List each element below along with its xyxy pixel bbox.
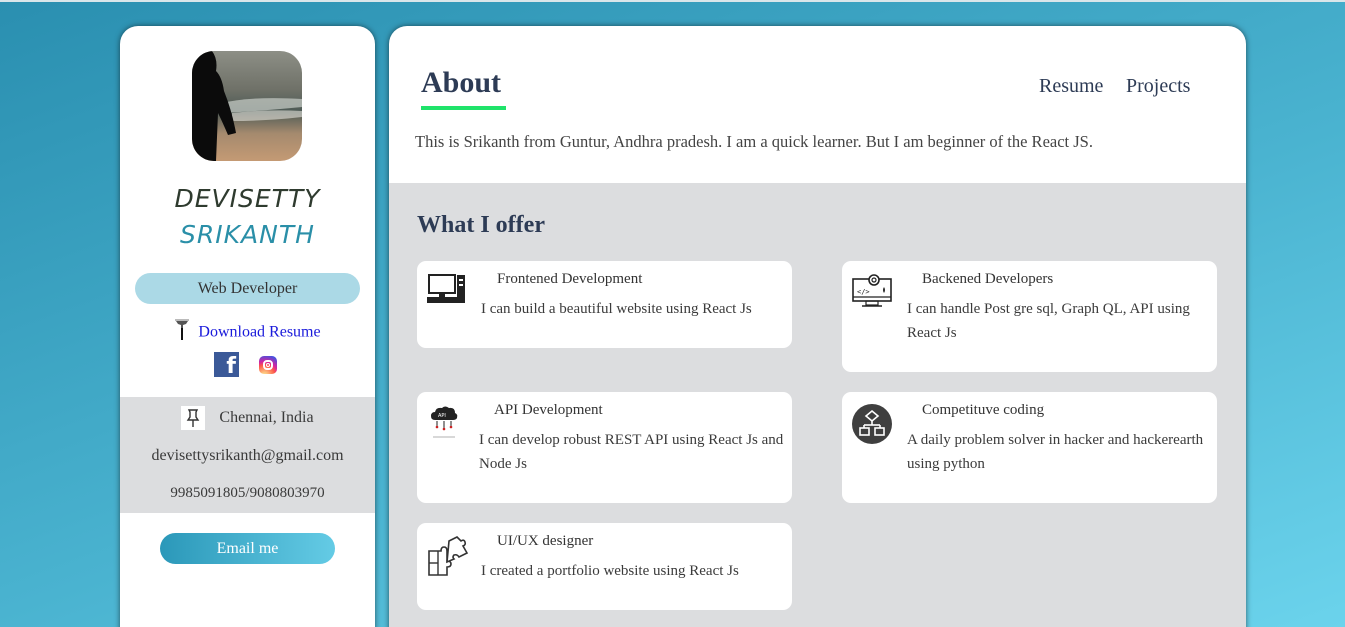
service-card-backend: </> Backened Developers I can handle Pos… (842, 261, 1217, 372)
service-title: API Development (494, 402, 603, 418)
service-description: I can build a beautiful website using Re… (481, 301, 752, 317)
last-name: SRIKANTH (180, 220, 315, 249)
desktop-computer-icon (427, 273, 467, 313)
first-name: DEVISETTY (174, 184, 321, 213)
phone-number: 9985091805/9080803970 (170, 485, 325, 501)
service-card-api: API API Development I can develop robust… (417, 392, 792, 503)
service-title: Backened Developers (922, 271, 1054, 287)
service-description: I can handle Post gre sql, Graph QL, API… (907, 301, 1190, 341)
service-card-coding: Competituve coding A daily problem solve… (842, 392, 1217, 503)
monitor-gear-code-icon: </> (852, 273, 892, 313)
service-card-uiux: UI/UX designer I created a portfolio web… (417, 523, 792, 610)
contact-box: Chennai, India devisettysrikanth@gmail.c… (120, 397, 375, 513)
instagram-icon[interactable] (259, 356, 277, 374)
nav-resume[interactable]: Resume (1039, 75, 1103, 98)
avatar (192, 51, 302, 161)
facebook-icon[interactable]: f (214, 352, 239, 377)
service-card-frontend: Frontened Development I can build a beau… (417, 261, 792, 348)
email-address: devisettysrikanth@gmail.com (151, 447, 344, 464)
flowchart-icon (852, 404, 892, 444)
intro-text: This is Srikanth from Guntur, Andhra pra… (415, 132, 1093, 151)
offer-title: What I offer (417, 212, 545, 238)
service-description: I can develop robust REST API using Reac… (479, 432, 784, 472)
location-text: Chennai, India (219, 409, 314, 426)
service-title: Frontened Development (497, 271, 643, 287)
service-description: A daily problem solver in hacker and hac… (907, 432, 1204, 472)
top-border (0, 0, 1345, 2)
role-badge: Web Developer (135, 273, 360, 304)
service-title: UI/UX designer (497, 533, 594, 549)
service-description: I created a portfolio website using Reac… (481, 563, 739, 579)
pin-icon (181, 406, 206, 430)
location-row: Chennai, India (120, 406, 375, 430)
api-cloud-icon: API (427, 404, 467, 444)
service-title: Competituve coding (922, 402, 1045, 418)
email-me-button[interactable]: Email me (160, 533, 335, 564)
profile-sidebar: DEVISETTY SRIKANTH Web Developer Downloa… (120, 26, 375, 627)
puzzle-icon (427, 535, 469, 576)
main-panel: About Resume Projects This is Srikanth f… (389, 26, 1246, 627)
svg-text:</>: </> (857, 288, 870, 296)
title-underline (421, 106, 506, 110)
download-resume-link[interactable]: Download Resume (198, 324, 320, 341)
offer-section: What I offer Frontened Development I can… (389, 183, 1246, 627)
nav-projects[interactable]: Projects (1126, 75, 1190, 98)
svg-text:API: API (438, 413, 446, 419)
page-title: About (421, 66, 502, 99)
download-resume-row: Download Resume (120, 318, 375, 347)
pushpin-icon (174, 318, 190, 347)
